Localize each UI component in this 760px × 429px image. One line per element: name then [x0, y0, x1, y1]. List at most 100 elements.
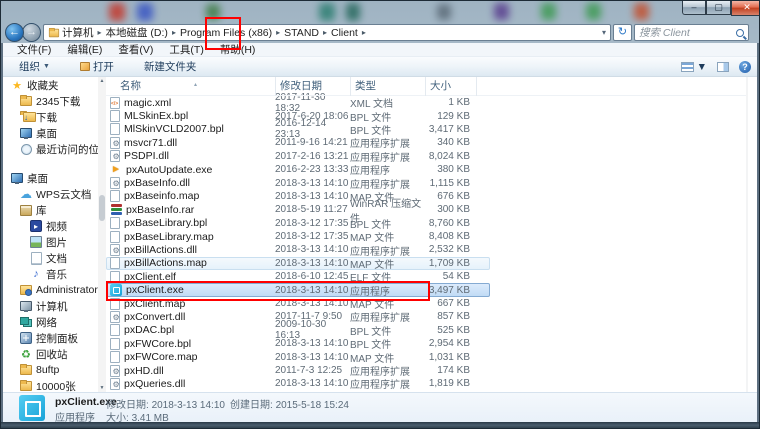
- file-size: 8,408 KB: [425, 231, 476, 242]
- file-row-pxBaseLibrary.map[interactable]: pxBaseLibrary.map2018-3-12 17:35MAP 文件8,…: [106, 230, 490, 243]
- file-row-PSDPI.dll[interactable]: PSDPI.dll2017-2-16 13:21应用程序扩展8,024 KB: [106, 150, 490, 163]
- breadcrumb-segment[interactable]: STAND: [282, 27, 321, 39]
- column-header-name[interactable]: 名称 ▴: [106, 77, 276, 96]
- scrollbar-thumb[interactable]: [99, 195, 105, 221]
- window-border-bottom: [1, 422, 760, 429]
- sidebar-item-WPS云文档[interactable]: WPS云文档: [3, 186, 106, 202]
- details-line-1: pxClient.exe 修改日期: 2018-3-13 14:10 创建日期:…: [3, 396, 759, 409]
- file-row-pxBaseinfo.map[interactable]: pxBaseinfo.map2018-3-13 14:10MAP 文件676 K…: [106, 190, 490, 203]
- scroll-down-icon[interactable]: ▼: [746, 385, 748, 391]
- open-button[interactable]: 打开: [72, 59, 122, 74]
- file-list-scrollbar[interactable]: ▲ ▼: [746, 77, 748, 392]
- new-folder-button[interactable]: 新建文件夹: [136, 59, 205, 74]
- breadcrumb-segment[interactable]: Client: [329, 27, 360, 39]
- column-header-type[interactable]: 类型: [351, 77, 426, 96]
- sidebar-item-计算机[interactable]: 计算机: [3, 298, 106, 314]
- sidebar-item-label: 视频: [46, 219, 67, 234]
- window-border-right: [757, 43, 759, 422]
- generic-file-icon: [110, 123, 120, 135]
- back-button[interactable]: ←: [5, 23, 24, 42]
- file-date: 2018-3-13 14:10: [275, 178, 350, 189]
- file-row-MlSkinVCLD2007.bpl[interactable]: MlSkinVCLD2007.bpl2016-12-14 23:13BPL 文件…: [106, 123, 490, 136]
- sidebar-item-8uftp[interactable]: 8uftp: [3, 362, 106, 378]
- breadcrumb-arrow-icon[interactable]: ▸: [96, 28, 104, 37]
- scroll-up-icon[interactable]: ▲: [746, 78, 748, 84]
- sidebar-item-label: 10000张: [36, 379, 76, 393]
- sidebar-item-控制面板[interactable]: 控制面板: [3, 330, 106, 346]
- file-size: 1,819 KB: [425, 378, 476, 389]
- organize-button[interactable]: 组织 ▼: [11, 59, 58, 74]
- file-row-pxFWCore.bpl[interactable]: pxFWCore.bpl2018-3-13 14:10BPL 文件2,954 K…: [106, 337, 490, 350]
- address-bar[interactable]: 计算机▸本地磁盘 (D:)▸Program Files (x86)▸STAND▸…: [43, 24, 611, 41]
- sidebar-item-最近访问的位置[interactable]: 最近访问的位置: [3, 141, 106, 157]
- address-dropdown-icon[interactable]: ▾: [602, 28, 610, 37]
- sidebar-scrollbar[interactable]: ▲ ▼: [98, 77, 106, 392]
- file-date: 2016-2-23 13:33: [275, 164, 350, 175]
- sidebar-item-视频[interactable]: 视频: [3, 218, 106, 234]
- column-header-date[interactable]: 修改日期: [276, 77, 351, 96]
- file-name: PSDPI.dll: [124, 150, 169, 162]
- breadcrumb-arrow-icon[interactable]: ▸: [360, 28, 368, 37]
- breadcrumb-arrow-icon[interactable]: ▸: [274, 28, 282, 37]
- generic-file-icon: [110, 190, 120, 202]
- file-type: 应用程序扩展: [350, 376, 425, 391]
- file-name: pxBaseInfo.rar: [126, 204, 194, 216]
- file-row-pxAutoUpdate.exe[interactable]: pxAutoUpdate.exe2016-2-23 13:33应用程序380 K…: [106, 163, 490, 176]
- sidebar-item-桌面[interactable]: 桌面: [3, 125, 106, 141]
- file-row-magic.xml[interactable]: magic.xml2017-11-30 18:32XML 文档1 KB: [106, 96, 490, 109]
- sidebar-item-图片[interactable]: 图片: [3, 234, 106, 250]
- breadcrumb-arrow-icon[interactable]: ▸: [321, 28, 329, 37]
- scroll-up-icon[interactable]: ▲: [98, 78, 106, 84]
- file-row-pxBillActions.dll[interactable]: pxBillActions.dll2018-3-13 14:10应用程序扩展2,…: [106, 243, 490, 256]
- file-size: 174 KB: [425, 365, 476, 376]
- refresh-button[interactable]: ↻: [613, 24, 632, 41]
- help-button[interactable]: ?: [739, 61, 751, 73]
- file-size: 667 KB: [425, 298, 476, 309]
- sidebar-item-回收站[interactable]: 回收站: [3, 346, 106, 362]
- file-name: pxBaseLibrary.map: [124, 231, 214, 243]
- sidebar-item-库[interactable]: 库: [3, 202, 106, 218]
- file-size: 300 KB: [425, 204, 476, 215]
- maximize-button[interactable]: ▢: [706, 1, 731, 15]
- menu-item[interactable]: 编辑(E): [59, 42, 110, 57]
- sidebar-item-网络[interactable]: 网络: [3, 314, 106, 330]
- change-view-button[interactable]: ▼: [681, 61, 707, 73]
- sidebar-item-10000张[interactable]: 10000张: [3, 378, 106, 392]
- search-input[interactable]: 搜索 Client: [634, 24, 749, 41]
- sidebar-item-文档[interactable]: 文档: [3, 250, 106, 266]
- file-name: pxBaseInfo.dll: [124, 177, 190, 189]
- sidebar-item-2345下载[interactable]: 2345下载: [3, 93, 106, 109]
- file-row-pxHD.dll[interactable]: pxHD.dll2011-7-3 12:25应用程序扩展174 KB: [106, 364, 490, 377]
- menu-item[interactable]: 查看(V): [110, 42, 161, 57]
- file-row-pxBaseInfo.dll[interactable]: pxBaseInfo.dll2018-3-13 14:10应用程序扩展1,115…: [106, 176, 490, 189]
- minimize-button[interactable]: –: [682, 1, 706, 15]
- file-row-pxBillActions.map[interactable]: pxBillActions.map2018-3-13 14:10MAP 文件1,…: [106, 257, 490, 270]
- file-row-pxQueries.dll[interactable]: pxQueries.dll2018-3-13 14:10应用程序扩展1,819 …: [106, 377, 490, 390]
- scroll-down-icon[interactable]: ▼: [98, 385, 106, 391]
- breadcrumb-segment[interactable]: 本地磁盘 (D:): [104, 25, 170, 40]
- file-row-msvcr71.dll[interactable]: msvcr71.dll2011-9-16 14:21应用程序扩展340 KB: [106, 136, 490, 149]
- menu-item[interactable]: 文件(F): [9, 42, 59, 57]
- file-size: 380 KB: [425, 164, 476, 175]
- file-row-pxDAC.bpl[interactable]: pxDAC.bpl2009-10-30 16:13BPL 文件525 KB: [106, 324, 490, 337]
- desktop-icon: [11, 172, 23, 184]
- sidebar-item-音乐[interactable]: 音乐: [3, 266, 106, 282]
- sidebar-item-Administrator[interactable]: Administrator: [3, 282, 106, 298]
- close-button[interactable]: ✕: [731, 1, 760, 16]
- file-row-pxBaseLibrary.bpl[interactable]: pxBaseLibrary.bpl2018-3-12 17:35BPL 文件8,…: [106, 217, 490, 230]
- preview-pane-button[interactable]: [717, 62, 729, 72]
- search-icon[interactable]: [736, 29, 744, 37]
- chevron-down-icon: ▼: [697, 61, 707, 73]
- file-row-pxBaseInfo.rar[interactable]: pxBaseInfo.rar2018-5-19 11:27WinRAR 压缩文件…: [106, 203, 490, 216]
- forward-button[interactable]: →: [22, 23, 41, 42]
- column-header-size[interactable]: 大小: [426, 77, 477, 96]
- sidebar-item-下载[interactable]: 下载: [3, 109, 106, 125]
- file-row-pxFWCore.map[interactable]: pxFWCore.map2018-3-13 14:10MAP 文件1,031 K…: [106, 350, 490, 363]
- downloads-folder-icon: [20, 111, 32, 123]
- sidebar-item-桌面[interactable]: 桌面: [3, 170, 106, 186]
- file-size: 8,760 KB: [425, 218, 476, 229]
- sidebar-item-收藏夹[interactable]: 收藏夹: [3, 77, 106, 93]
- breadcrumb-segment[interactable]: 计算机: [60, 25, 96, 40]
- breadcrumb-arrow-icon[interactable]: ▸: [170, 28, 178, 37]
- file-name: MlSkinVCLD2007.bpl: [124, 123, 224, 135]
